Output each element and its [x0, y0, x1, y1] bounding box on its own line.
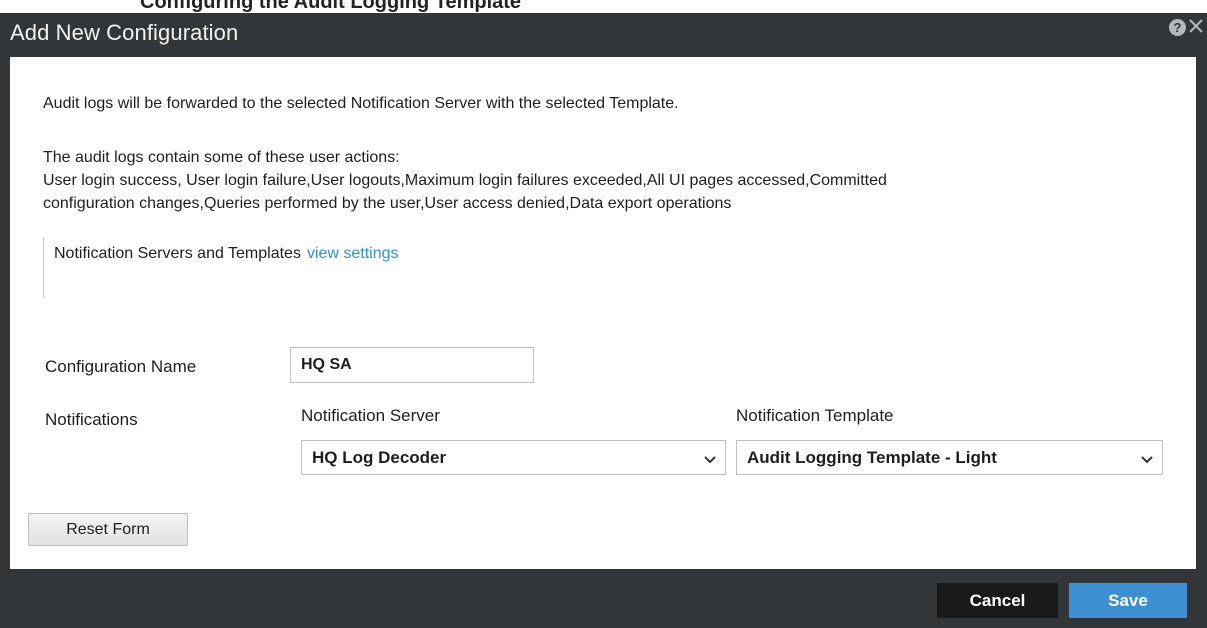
- view-settings-link[interactable]: view settings: [307, 245, 399, 262]
- notification-server-select[interactable]: HQ Log Decoder: [301, 440, 726, 475]
- actions-list-line1: User login success, User login failure,U…: [43, 172, 887, 189]
- server-label: Notification Server: [301, 406, 440, 425]
- template-label: Notification Template: [736, 406, 894, 425]
- chevron-down-icon: [1140, 451, 1154, 465]
- template-select-value: Audit Logging Template - Light: [747, 448, 997, 467]
- actions-list-line2: configuration changes,Queries performed …: [43, 195, 732, 212]
- help-icon[interactable]: ?: [1169, 19, 1186, 36]
- reset-form-button[interactable]: Reset Form: [28, 513, 188, 546]
- intro-text: Audit logs will be forwarded to the sele…: [43, 95, 679, 112]
- config-name-input[interactable]: [290, 347, 534, 383]
- svg-text:?: ?: [1174, 20, 1182, 35]
- server-select-value: HQ Log Decoder: [312, 448, 447, 467]
- cancel-button[interactable]: Cancel: [937, 583, 1058, 618]
- config-name-label: Configuration Name: [45, 357, 197, 376]
- notification-template-select[interactable]: Audit Logging Template - Light: [736, 440, 1163, 475]
- dialog-body: Audit logs will be forwarded to the sele…: [10, 57, 1196, 569]
- header-fragment-text: Configuring the Audit Logging Template: [140, 0, 522, 13]
- header-fragment: Configuring the Audit Logging Template: [0, 0, 1207, 13]
- notification-settings-note: Notification Servers and Templates view s…: [43, 237, 399, 298]
- add-configuration-dialog: Add New Configuration ? Audit logs will …: [0, 13, 1207, 628]
- chevron-down-icon: [703, 451, 717, 465]
- dialog-titlebar: Add New Configuration ?: [0, 13, 1207, 55]
- dialog-title: Add New Configuration: [10, 20, 239, 45]
- actions-heading: The audit logs contain some of these use…: [43, 149, 400, 166]
- notifications-label: Notifications: [45, 410, 138, 429]
- close-icon[interactable]: [1188, 17, 1204, 37]
- ns-label: Notification Servers and Templates: [54, 245, 301, 262]
- save-button[interactable]: Save: [1069, 583, 1187, 618]
